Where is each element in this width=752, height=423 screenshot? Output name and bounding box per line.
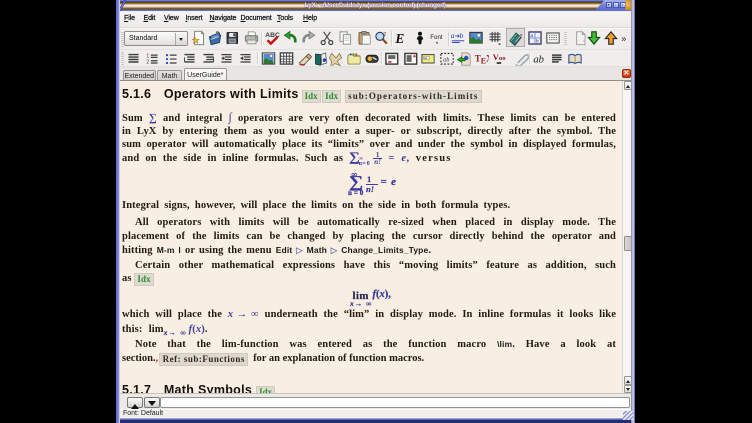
svg-text:Font: Font	[430, 34, 443, 41]
svg-text:E: E	[394, 31, 404, 46]
svg-text:2: 2	[383, 31, 386, 37]
svg-text:b: b	[460, 32, 464, 40]
svg-text:Voo: Voo	[493, 53, 506, 62]
svg-text:»: »	[621, 33, 626, 43]
svg-text:a: a	[451, 32, 455, 40]
svg-text:ab: ab	[423, 56, 427, 60]
svg-text:ab: ab	[533, 54, 544, 65]
svg-text:1: 1	[146, 53, 149, 59]
svg-text:2: 2	[146, 59, 149, 65]
svg-text:ab: ab	[443, 57, 449, 63]
svg-text:TEX: TEX	[474, 53, 488, 65]
